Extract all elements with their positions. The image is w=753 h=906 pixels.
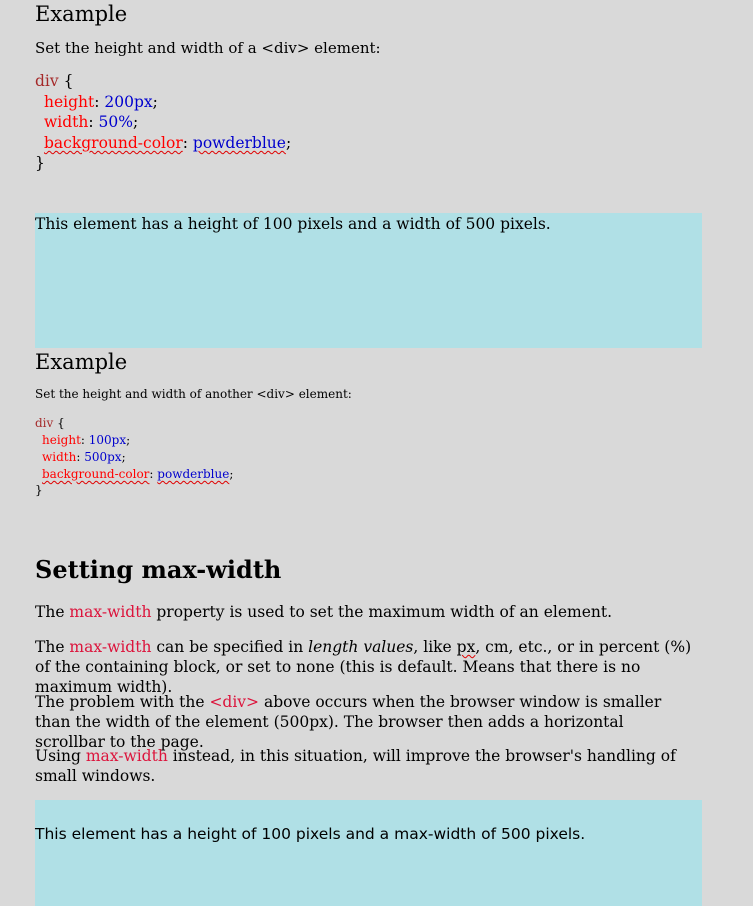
css-property: background-color (44, 134, 183, 152)
css-value: 200px (104, 93, 153, 111)
text: The (35, 638, 70, 656)
code-block: div { height: 100px; width: 500px; backg… (35, 416, 435, 500)
css-value: 500px (84, 450, 122, 464)
code-line: height: 200px; (44, 93, 158, 111)
text: The (35, 603, 70, 621)
keyword-max-width: max-width (69, 603, 152, 621)
example-intro: Set the height and width of another <div… (35, 387, 352, 401)
code-line: background-color: powderblue; (44, 134, 292, 152)
css-value: powderblue (192, 134, 286, 152)
code-brace-close: } (35, 154, 45, 172)
css-selector: div (35, 416, 54, 430)
paragraph: The max-width property is used to set th… (35, 602, 695, 622)
code-line: width: 500px; (42, 450, 126, 464)
keyword-max-width: max-width (69, 638, 152, 656)
keyword-div: <div> (209, 693, 260, 711)
demo-box-text: This element has a height of 100 pixels … (35, 215, 551, 233)
spellcheck-word: px (456, 638, 476, 656)
text: can be specified in (151, 638, 309, 656)
demo-box-max-width: This element has a height of 100 pixels … (35, 800, 702, 906)
code-brace-close: } (35, 483, 43, 497)
css-value: powderblue (157, 467, 230, 481)
code-line: background-color: powderblue; (42, 467, 234, 481)
example-heading: Example (35, 2, 128, 26)
example-intro: Set the height and width of a <div> elem… (35, 39, 381, 57)
text: Using (35, 747, 86, 765)
css-property: width (44, 113, 89, 131)
css-value: 100px (88, 433, 127, 447)
example-heading: Example (35, 350, 128, 374)
text: property is used to set the maximum widt… (151, 603, 613, 621)
text: , like (413, 638, 457, 656)
paragraph: Using max-width instead, in this situati… (35, 746, 695, 786)
code-line-selector: div { (35, 416, 65, 430)
paragraph: The max-width can be specified in length… (35, 637, 695, 697)
emphasis-length-values: length values (308, 638, 414, 656)
css-value: 50% (98, 113, 133, 131)
code-line: height: 100px; (42, 433, 131, 447)
css-selector: div (35, 72, 59, 90)
code-line: width: 50%; (44, 113, 139, 131)
css-property: height (42, 433, 81, 447)
keyword-max-width: max-width (85, 747, 168, 765)
demo-box-fixed-width: This element has a height of 100 pixels … (35, 213, 702, 348)
code-line-selector: div { (35, 72, 73, 90)
code-block: div { height: 200px; width: 50%; backgro… (35, 72, 435, 172)
text: The problem with the (35, 693, 210, 711)
paragraph: The problem with the <div> above occurs … (35, 692, 695, 752)
css-property: width (42, 450, 77, 464)
css-property: height (44, 93, 95, 111)
demo-box-text: This element has a height of 100 pixels … (35, 825, 586, 843)
code-brace-open: { (58, 72, 74, 90)
css-property: background-color (42, 467, 150, 481)
code-brace-open: { (53, 416, 65, 430)
section-heading: Setting max-width (35, 555, 282, 584)
